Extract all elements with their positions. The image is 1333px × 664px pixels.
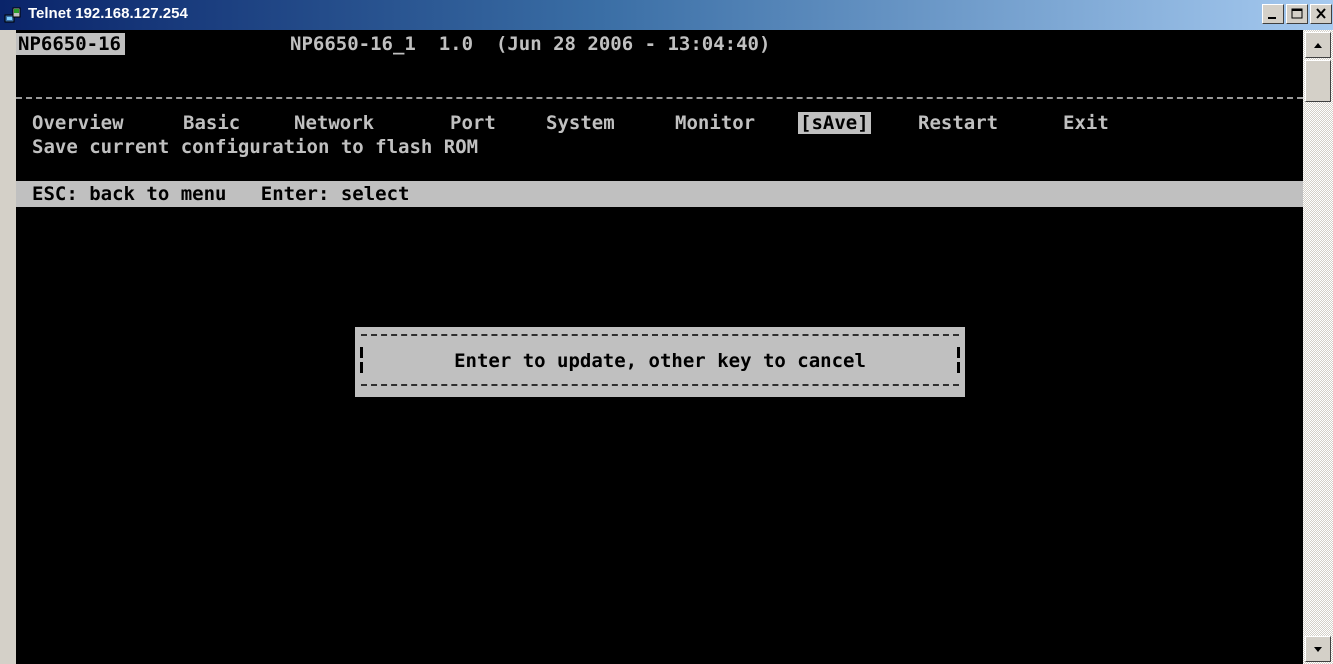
maximize-icon	[1291, 8, 1303, 19]
dialog-message: Enter to update, other key to cancel	[454, 350, 866, 372]
scroll-up-button[interactable]	[1305, 32, 1331, 58]
close-icon	[1316, 8, 1326, 19]
telnet-icon	[4, 7, 21, 23]
maximize-button[interactable]	[1286, 4, 1308, 24]
title-bar[interactable]: Telnet 192.168.127.254	[0, 0, 1333, 30]
confirm-dialog[interactable]: Enter to update, other key to cancel	[355, 327, 965, 397]
device-name: NP6650-16	[16, 33, 125, 55]
menu-item-network[interactable]: Network	[294, 112, 374, 134]
arrow-up-icon	[1314, 43, 1322, 48]
scroll-down-button[interactable]	[1305, 636, 1331, 662]
menu-item-basic[interactable]: Basic	[183, 112, 240, 134]
header-divider	[16, 97, 1303, 99]
menu-item-restart[interactable]: Restart	[918, 112, 998, 134]
menu-item-system[interactable]: System	[546, 112, 615, 134]
close-button[interactable]	[1310, 4, 1332, 24]
key-help-bar: ESC: back to menu Enter: select	[16, 181, 1303, 207]
terminal-screen[interactable]: NP6650-16 NP6650-16_1 1.0 (Jun 28 2006 -…	[16, 30, 1303, 664]
menu-item-monitor[interactable]: Monitor	[675, 112, 755, 134]
menu-description: Save current configuration to flash ROM	[32, 136, 479, 158]
menu-item-exit[interactable]: Exit	[1063, 112, 1109, 134]
vertical-scrollbar[interactable]	[1303, 30, 1333, 664]
menu-item-save[interactable]: [sAve]	[798, 112, 871, 134]
menu-item-overview[interactable]: Overview	[32, 112, 124, 134]
menu-item-port[interactable]: Port	[450, 112, 496, 134]
firmware-info: NP6650-16_1 1.0 (Jun 28 2006 - 13:04:40)	[290, 33, 771, 55]
key-help-text: ESC: back to menu Enter: select	[32, 183, 410, 205]
telnet-window: Telnet 192.168.127.254 NP6650-16 NP6650-…	[0, 0, 1333, 664]
window-title: Telnet 192.168.127.254	[28, 5, 188, 22]
minimize-button[interactable]	[1262, 4, 1284, 24]
dialog-bottom-border	[361, 384, 959, 386]
dialog-right-border	[957, 347, 960, 375]
arrow-down-icon	[1314, 647, 1322, 652]
minimize-icon	[1268, 17, 1276, 19]
dialog-top-border	[361, 334, 959, 336]
scroll-thumb[interactable]	[1305, 60, 1331, 102]
